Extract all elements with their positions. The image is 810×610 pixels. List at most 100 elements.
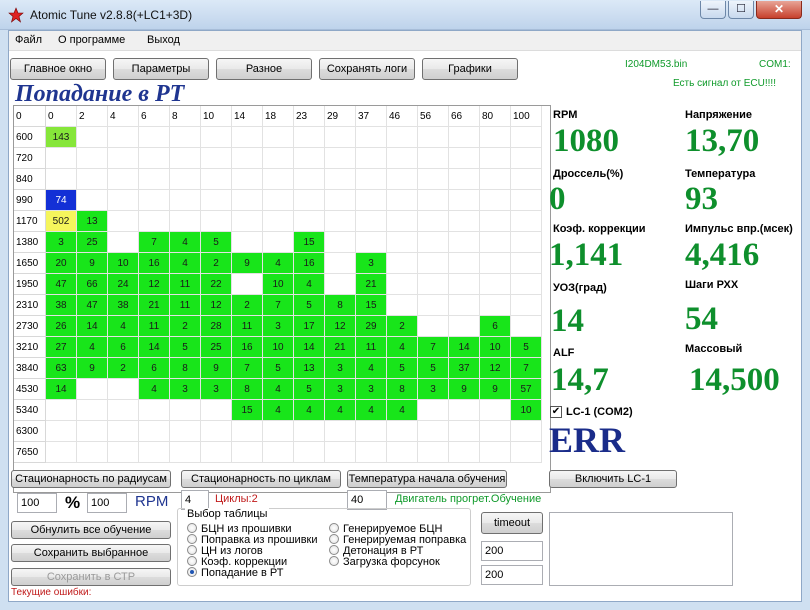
table-cell[interactable]: 17 — [293, 315, 325, 337]
table-cell[interactable] — [107, 231, 139, 253]
table-cell[interactable] — [479, 126, 511, 148]
table-cell[interactable]: 4 — [386, 399, 418, 421]
table-cell[interactable]: 5 — [262, 357, 294, 379]
table-cell[interactable]: 6 — [479, 315, 511, 337]
table-cell[interactable] — [417, 315, 449, 337]
table-cell[interactable]: 5 — [293, 378, 325, 400]
table-cell[interactable] — [138, 399, 170, 421]
stationarity-cycles-button[interactable]: Стационарность по циклам — [181, 470, 341, 488]
minimize-button[interactable]: — — [700, 1, 726, 19]
table-cell[interactable] — [138, 210, 170, 232]
table-cell[interactable] — [510, 210, 542, 232]
menu-about[interactable]: О программе — [58, 34, 125, 46]
table-cell[interactable] — [200, 126, 232, 148]
table-cell[interactable]: 3 — [417, 378, 449, 400]
table-cell[interactable] — [169, 147, 201, 169]
table-cell[interactable]: 29 — [355, 315, 387, 337]
table-cell[interactable] — [386, 210, 418, 232]
table-cell[interactable]: 4 — [324, 399, 356, 421]
table-cell[interactable]: 4 — [76, 336, 108, 358]
table-cell[interactable]: 3 — [200, 378, 232, 400]
table-cell[interactable]: 24 — [107, 273, 139, 295]
table-cell[interactable]: 28 — [200, 315, 232, 337]
table-cell[interactable] — [262, 189, 294, 211]
table-cell[interactable] — [200, 189, 232, 211]
table-cell[interactable] — [324, 210, 356, 232]
table-cell[interactable]: 38 — [107, 294, 139, 316]
table-cell[interactable]: 12 — [200, 294, 232, 316]
table-cell[interactable]: 7 — [262, 294, 294, 316]
table-cell[interactable] — [448, 294, 480, 316]
table-cell[interactable]: 47 — [45, 273, 77, 295]
reset-all-learning-button[interactable]: Обнулить все обучение — [11, 521, 171, 539]
menu-exit[interactable]: Выход — [147, 34, 180, 46]
table-cell[interactable]: 12 — [138, 273, 170, 295]
table-cell[interactable] — [448, 168, 480, 190]
table-cell[interactable]: 4 — [293, 399, 325, 421]
radio-injector-load[interactable]: Загрузка форсунок — [329, 556, 440, 568]
table-cell[interactable] — [386, 252, 418, 274]
table-cell[interactable]: 16 — [138, 252, 170, 274]
table-cell[interactable] — [448, 231, 480, 253]
table-cell[interactable] — [448, 399, 480, 421]
table-cell[interactable] — [510, 315, 542, 337]
table-cell[interactable] — [510, 420, 542, 442]
table-cell[interactable] — [45, 441, 77, 463]
radio-afr-hit[interactable]: Попадание в РТ — [187, 567, 284, 579]
table-cell[interactable]: 9 — [448, 378, 480, 400]
table-cell[interactable]: 4 — [107, 315, 139, 337]
table-cell[interactable] — [76, 147, 108, 169]
learn-temperature-button[interactable]: Температура начала обучения — [347, 470, 507, 488]
table-cell[interactable] — [107, 420, 139, 442]
table-cell[interactable]: 57 — [510, 378, 542, 400]
table-cell[interactable]: 3 — [355, 378, 387, 400]
table-cell[interactable]: 4 — [169, 231, 201, 253]
table-cell[interactable]: 5 — [293, 294, 325, 316]
table-cell[interactable]: 4 — [262, 378, 294, 400]
table-cell[interactable] — [448, 189, 480, 211]
table-cell[interactable]: 14 — [138, 336, 170, 358]
table-cell[interactable]: 6 — [138, 357, 170, 379]
table-cell[interactable] — [76, 441, 108, 463]
table-cell[interactable] — [45, 399, 77, 421]
table-cell[interactable] — [200, 210, 232, 232]
table-cell[interactable] — [324, 273, 356, 295]
table-cell[interactable] — [76, 168, 108, 190]
save-logs-button[interactable]: Сохранять логи — [319, 58, 415, 80]
table-cell[interactable]: 8 — [169, 357, 201, 379]
table-cell[interactable] — [355, 441, 387, 463]
log-textbox[interactable] — [549, 512, 733, 586]
table-cell[interactable]: 13 — [293, 357, 325, 379]
table-cell[interactable]: 3 — [45, 231, 77, 253]
table-cell[interactable] — [231, 273, 263, 295]
table-cell[interactable] — [169, 420, 201, 442]
table-cell[interactable] — [324, 126, 356, 148]
table-cell[interactable] — [262, 210, 294, 232]
table-cell[interactable]: 5 — [417, 357, 449, 379]
table-cell[interactable] — [510, 441, 542, 463]
table-cell[interactable]: 4 — [262, 252, 294, 274]
table-cell[interactable] — [417, 147, 449, 169]
table-cell[interactable]: 4 — [355, 357, 387, 379]
table-cell[interactable] — [510, 252, 542, 274]
value-a-input[interactable] — [481, 541, 543, 561]
misc-button[interactable]: Разное — [216, 58, 312, 80]
table-cell[interactable] — [510, 168, 542, 190]
table-cell[interactable] — [76, 420, 108, 442]
table-cell[interactable] — [510, 126, 542, 148]
table-cell[interactable] — [231, 210, 263, 232]
table-cell[interactable]: 74 — [45, 189, 77, 211]
table-cell[interactable]: 7 — [510, 357, 542, 379]
table-cell[interactable]: 11 — [355, 336, 387, 358]
table-cell[interactable] — [231, 231, 263, 253]
table-cell[interactable] — [448, 273, 480, 295]
table-cell[interactable]: 4 — [355, 399, 387, 421]
cycles-input[interactable] — [181, 490, 209, 510]
table-cell[interactable]: 66 — [76, 273, 108, 295]
table-cell[interactable]: 11 — [169, 294, 201, 316]
table-cell[interactable] — [417, 441, 449, 463]
table-cell[interactable] — [169, 210, 201, 232]
table-cell[interactable]: 12 — [479, 357, 511, 379]
table-cell[interactable] — [448, 441, 480, 463]
table-cell[interactable] — [355, 231, 387, 253]
